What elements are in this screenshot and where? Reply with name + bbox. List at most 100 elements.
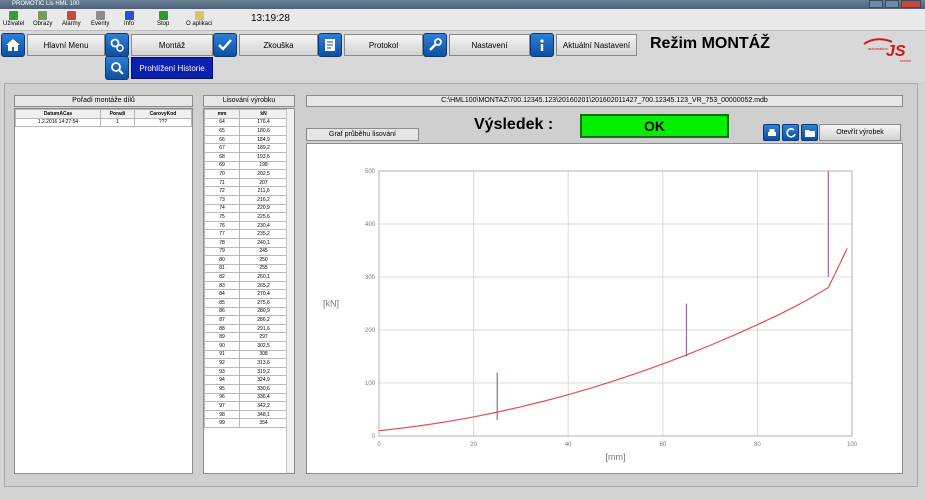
table-row[interactable]: 84 270,4	[204, 289, 288, 300]
table-row[interactable]: 79 245	[204, 246, 288, 257]
table-row[interactable]: 92 313,6	[204, 358, 288, 368]
nav-prohlizeni-historie[interactable]: Prohlížení Historie	[131, 57, 213, 79]
toolbar-images[interactable]: Obrazy	[33, 11, 52, 28]
nav-aktualni-nastaveni[interactable]: Aktuální Nastavení	[556, 34, 637, 56]
table-row[interactable]: 93 319,2	[204, 366, 288, 377]
table-row[interactable]: 80 250	[204, 255, 288, 265]
table-row[interactable]: 89 297	[204, 332, 288, 343]
table-row[interactable]: 83 265,2	[204, 280, 288, 291]
table-row[interactable]: 76 230,4	[204, 220, 288, 231]
y-tick-label: 500	[365, 169, 376, 175]
table-row[interactable]: 81 255	[204, 263, 288, 274]
table-row[interactable]: 72 211,6	[204, 186, 288, 196]
graph-tab[interactable]: Graf průběhu lisování	[306, 128, 419, 141]
table-row[interactable]: 69 198	[204, 160, 288, 171]
table-row[interactable]: 71 207	[204, 177, 288, 188]
column-header: Poradi	[99, 109, 136, 119]
home-icon[interactable]	[1, 33, 25, 57]
table-row[interactable]: 77 235,2	[204, 229, 288, 239]
x-tick-label: 100	[847, 442, 858, 448]
result-status: OK	[580, 114, 729, 138]
x-axis-label: [mm]	[606, 452, 626, 462]
folder-icon[interactable]	[801, 124, 818, 141]
table-row[interactable]: 90 302,5	[204, 341, 288, 351]
print-icon[interactable]	[763, 124, 780, 141]
lisovani-panel: mm kN 64 176,4 65 180,6 66 184,9 67 189,2 68 193,…	[203, 108, 295, 474]
stop-icon	[158, 11, 168, 20]
lisovani-title: Lisování výrobku	[203, 95, 295, 107]
table-row[interactable]: 74 220,9	[204, 203, 288, 214]
close-button[interactable]	[901, 0, 921, 8]
table-row[interactable]: 82 260,1	[204, 272, 288, 282]
column-header: mm	[204, 109, 241, 119]
table-row[interactable]: 86 280,9	[204, 306, 288, 317]
plot-frame	[378, 170, 853, 437]
toolbar-info[interactable]: Info	[124, 11, 134, 28]
table-row[interactable]: 78 240,1	[204, 237, 288, 248]
table-row[interactable]: 73 216,2	[204, 194, 288, 205]
result-label: Výsledek :	[474, 116, 554, 133]
images-icon	[38, 11, 48, 20]
table-row[interactable]: 64 176,4	[204, 117, 288, 128]
poradi-title: Pořadí montáže dílů	[14, 95, 193, 107]
maximize-button[interactable]	[885, 0, 899, 8]
table-row[interactable]: 87 286,2	[204, 315, 288, 325]
table-row[interactable]: 99 354	[204, 418, 288, 428]
nav-hlavni-menu[interactable]: Hlavní Menu	[27, 34, 105, 56]
table-row[interactable]: 94 324,9	[204, 375, 288, 385]
info-icon	[124, 11, 134, 20]
table-row[interactable]: 67 189,2	[204, 143, 288, 153]
table-row[interactable]: 70 202,5	[204, 169, 288, 179]
table-row[interactable]: 97 342,2	[204, 401, 288, 411]
toolbar-alarms[interactable]: Alarmy	[62, 11, 81, 28]
y-tick-label: 200	[365, 328, 376, 334]
nav-nastaveni[interactable]: Nastavení	[449, 34, 530, 56]
x-tick-label: 20	[470, 442, 477, 448]
info-icon[interactable]	[530, 33, 554, 57]
wrench-icon[interactable]	[423, 33, 447, 57]
open-product-button[interactable]: Otevřít výrobek	[819, 124, 901, 141]
toolbar-stop[interactable]: Stop	[157, 11, 169, 28]
x-tick-label: 60	[659, 442, 666, 448]
column-header: DatumACas	[15, 109, 101, 119]
clock: 13:19:28	[251, 13, 290, 24]
magnifier-icon[interactable]	[105, 56, 129, 80]
logo-tag: service	[900, 59, 911, 63]
toolbar-about[interactable]: O aplikaci	[186, 11, 212, 28]
table-row[interactable]: 95 330,6	[204, 384, 288, 394]
table-row[interactable]: 68 193,6	[204, 151, 288, 162]
nav-protokol[interactable]: Protokol	[344, 34, 423, 56]
document-icon[interactable]	[318, 33, 342, 57]
table-row[interactable]: 66 184,9	[204, 134, 288, 145]
column-header: kN	[239, 109, 288, 119]
scrollbar[interactable]	[286, 109, 294, 473]
minimize-button[interactable]	[869, 0, 883, 8]
table-row[interactable]: 98 348,1	[204, 409, 288, 420]
series-line	[378, 248, 848, 432]
company-logo: JS automation service	[862, 36, 914, 64]
toolbar-events[interactable]: Eventy	[91, 11, 109, 28]
alarm-icon	[66, 11, 76, 20]
gears-icon[interactable]	[105, 33, 129, 57]
events-icon	[95, 11, 105, 20]
table-row[interactable]: 85 275,6	[204, 298, 288, 308]
table-row[interactable]: 75 225,6	[204, 212, 288, 222]
checkmark-icon[interactable]	[213, 33, 237, 57]
table-row[interactable]: 91 308	[204, 349, 288, 360]
logo-subtext: automation	[868, 46, 888, 51]
x-tick-label: 40	[565, 442, 572, 448]
table-row[interactable]: 1.2.2016 14:27:54 1 ???	[15, 117, 192, 128]
main-toolbar: Uživatel Obrazy Alarmy Eventy Info Stop …	[0, 9, 925, 31]
nav-zkouska[interactable]: Zkouška	[239, 34, 318, 56]
x-tick-label: 80	[754, 442, 761, 448]
poradi-table: DatumACas Poradi CarovyKod 1.2.2016 14:2…	[15, 109, 192, 128]
table-row[interactable]: 96 336,4	[204, 392, 288, 403]
toolbar-user[interactable]: Uživatel	[3, 11, 24, 28]
table-row[interactable]: 88 291,6	[204, 323, 288, 334]
nav-montaz[interactable]: Montáž	[131, 34, 213, 56]
table-row[interactable]: 65 180,6	[204, 126, 288, 136]
column-header: CarovyKod	[134, 109, 192, 119]
lisovani-table: mm kN 64 176,4 65 180,6 66 184,9 67 189,2 68 193,…	[204, 109, 288, 428]
refresh-icon[interactable]	[782, 124, 799, 141]
logo-text: JS	[886, 43, 906, 60]
